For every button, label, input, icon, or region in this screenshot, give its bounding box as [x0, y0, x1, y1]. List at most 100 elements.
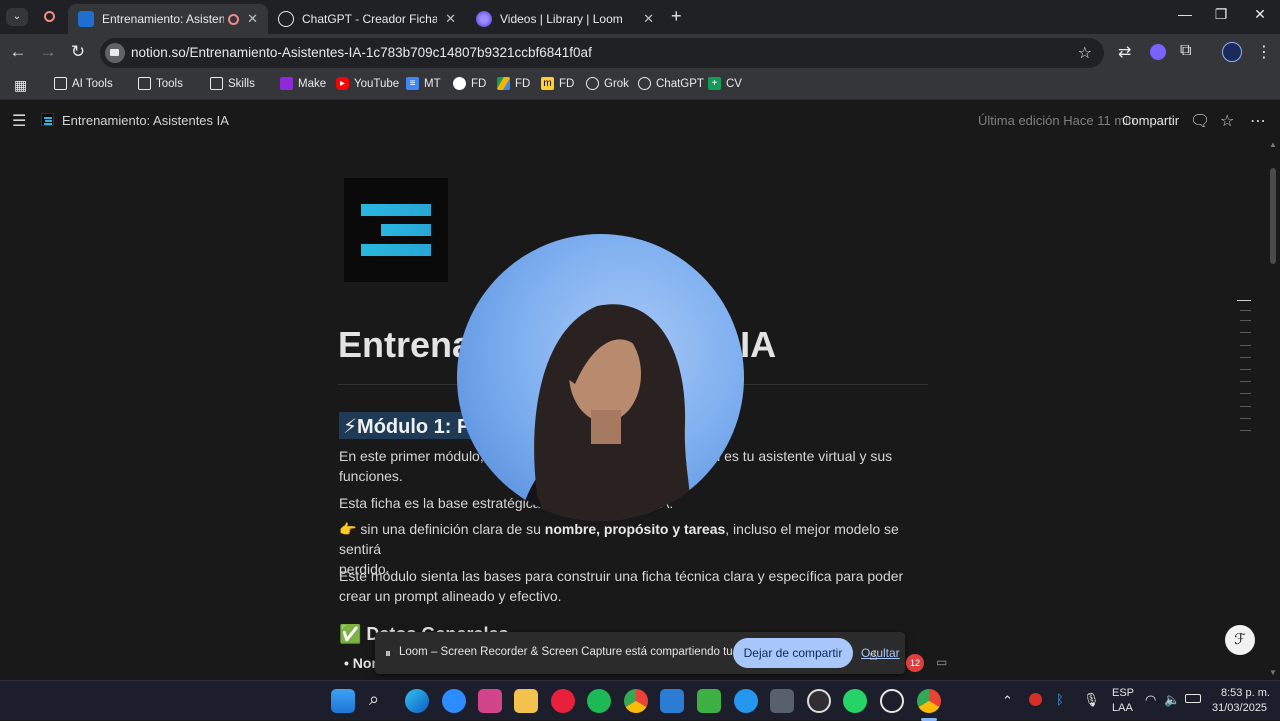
tab-loom[interactable]: Videos | Library | Loom ✕ — [466, 4, 664, 34]
gmail-tray-icon[interactable] — [1029, 693, 1042, 706]
chrome-icon[interactable] — [624, 689, 648, 713]
forward-button[interactable]: → — [36, 42, 60, 62]
paragraph-module[interactable]: Este módulo sienta las bases para constr… — [339, 566, 919, 606]
wifi-icon[interactable]: ◠ — [1145, 692, 1156, 708]
file-explorer-icon[interactable] — [514, 689, 538, 713]
outline-entry[interactable] — [1240, 332, 1251, 333]
extension-icon[interactable] — [1150, 44, 1166, 60]
obs-icon[interactable] — [807, 689, 831, 713]
bookmark-fd-2[interactable]: FD — [497, 77, 530, 90]
language-code[interactable]: ESP — [1112, 687, 1134, 699]
notion-favicon-icon — [78, 11, 94, 27]
outline-entry[interactable] — [1240, 381, 1251, 382]
volume-icon[interactable]: 🔈 — [1164, 692, 1180, 708]
bookmark-star-icon[interactable]: ☆ — [1078, 43, 1092, 63]
outline-entry[interactable] — [1240, 320, 1251, 321]
page-icon[interactable] — [344, 178, 448, 282]
clock-time[interactable]: 8:53 p. m. — [1221, 687, 1270, 699]
apps-grid-icon[interactable]: ▦ — [14, 77, 27, 94]
close-window-button[interactable]: ✕ — [1237, 6, 1280, 23]
keyboard-layout[interactable]: LAA — [1112, 702, 1133, 714]
bookmark-tools[interactable]: Tools — [138, 77, 183, 90]
recording-indicator-icon — [44, 11, 55, 22]
close-tab-icon[interactable]: ✕ — [445, 11, 456, 27]
page-breadcrumb-icon — [41, 113, 54, 126]
notion-ai-button[interactable]: ℱ — [1225, 625, 1255, 655]
outline-entry[interactable] — [1240, 418, 1251, 419]
outline-entry[interactable] — [1237, 300, 1251, 301]
search-icon[interactable]: ⌕ — [369, 689, 379, 710]
scroll-up-arrow-icon[interactable]: ▲ — [1269, 140, 1277, 149]
outline-entry[interactable] — [1240, 369, 1251, 370]
menu-kebab-icon[interactable]: ⋮ — [1256, 42, 1272, 62]
bookmark-chatgpt[interactable]: ChatGPT — [638, 77, 704, 90]
breadcrumb[interactable]: Entrenamiento: Asistentes IA — [62, 113, 229, 128]
sidebar-menu-icon[interactable]: ☰ — [12, 111, 26, 131]
tab-notion[interactable]: Entrenamiento: Asistentes IA ✕ — [68, 4, 268, 34]
outline-entry[interactable] — [1240, 406, 1251, 407]
translate-icon[interactable]: ⇄ — [1118, 42, 1131, 62]
url-text: notion.so/Entrenamiento-Asistentes-IA-1c… — [131, 45, 592, 60]
bookmark-youtube[interactable]: ▸ YouTube — [336, 77, 399, 90]
chrome-active-icon[interactable] — [917, 689, 941, 713]
edge-icon[interactable] — [405, 689, 429, 713]
profile-avatar[interactable] — [1222, 42, 1242, 62]
app-pink-icon[interactable] — [478, 689, 502, 713]
bookmark-grok[interactable]: Grok — [586, 77, 629, 90]
windows-start-icon[interactable] — [331, 689, 355, 713]
outline-entry[interactable] — [1240, 310, 1251, 311]
whatsapp-icon[interactable] — [843, 689, 867, 713]
folder-icon — [138, 77, 151, 90]
extensions-puzzle-icon[interactable]: ⧉ — [1180, 42, 1191, 60]
more-options-icon[interactable]: ⋯ — [1250, 111, 1266, 131]
reload-button[interactable]: ↻ — [66, 42, 90, 62]
bookmark-fd-3[interactable]: m FD — [541, 77, 574, 90]
bookmarks-bar: ▦ AI Tools Tools Skills Make ▸ YouTube ≡ M… — [0, 72, 1280, 100]
outline-entry[interactable] — [1240, 430, 1251, 431]
miro-icon: m — [541, 77, 554, 90]
hide-link[interactable]: Ocultar — [861, 646, 900, 660]
pause-icon[interactable]: ⏸ — [385, 646, 391, 661]
close-tab-icon[interactable]: ✕ — [247, 11, 258, 27]
bookmark-mt[interactable]: ≡ MT — [406, 77, 441, 90]
tab-search-button[interactable]: ⌄ — [6, 8, 28, 26]
docker-icon[interactable] — [734, 689, 758, 713]
favorite-star-icon[interactable]: ☆ — [1220, 111, 1234, 131]
microphone-icon[interactable]: 🎙 — [1083, 692, 1100, 708]
address-bar[interactable]: notion.so/Entrenamiento-Asistentes-IA-1c… — [100, 38, 1104, 68]
close-tab-icon[interactable]: ✕ — [643, 11, 654, 27]
calculator-icon[interactable] — [770, 689, 794, 713]
clock-date[interactable]: 31/03/2025 — [1212, 702, 1267, 714]
bookmark-skills[interactable]: Skills — [210, 77, 255, 90]
feedback-icon[interactable]: ▭ — [936, 655, 947, 669]
outline-entry[interactable] — [1240, 357, 1251, 358]
back-button[interactable]: ← — [6, 42, 30, 62]
new-tab-button[interactable]: + — [671, 6, 682, 27]
tab-chatgpt[interactable]: ChatGPT - Creador Fichas Técnic ✕ — [268, 4, 466, 34]
zoom-icon[interactable] — [442, 689, 466, 713]
bookmark-ai-tools[interactable]: AI Tools — [54, 77, 113, 90]
share-button[interactable]: Compartir — [1122, 113, 1179, 128]
battery-icon[interactable] — [1185, 694, 1201, 703]
loom-camera-bubble[interactable] — [457, 234, 744, 521]
stop-sharing-button[interactable]: Dejar de compartir — [733, 638, 853, 668]
outline-entry[interactable] — [1240, 345, 1251, 346]
opera-gx-icon[interactable] — [551, 689, 575, 713]
bookmark-cv[interactable]: + CV — [708, 77, 742, 90]
word-icon[interactable] — [660, 689, 684, 713]
spotify-icon[interactable] — [587, 689, 611, 713]
bookmark-fd-1[interactable]: FD — [453, 77, 486, 90]
notification-badge[interactable]: 12 — [906, 654, 924, 672]
bluetooth-icon[interactable]: ᛒ — [1056, 692, 1064, 707]
tray-overflow-icon[interactable]: ⌃ — [1002, 693, 1013, 709]
comments-icon[interactable]: 🗨 — [1190, 111, 1210, 131]
scroll-down-arrow-icon[interactable]: ▼ — [1269, 668, 1277, 677]
mouse-cursor-icon: ☝ — [869, 647, 878, 663]
chatgpt-app-icon[interactable] — [880, 689, 904, 713]
bookmark-make[interactable]: Make — [280, 77, 326, 90]
camtasia-icon[interactable] — [697, 689, 721, 713]
outline-entry[interactable] — [1240, 393, 1251, 394]
module-heading[interactable]: ⚡Módulo 1: F — [339, 412, 474, 439]
folder-icon — [54, 77, 67, 90]
scrollbar-thumb[interactable] — [1270, 168, 1276, 264]
